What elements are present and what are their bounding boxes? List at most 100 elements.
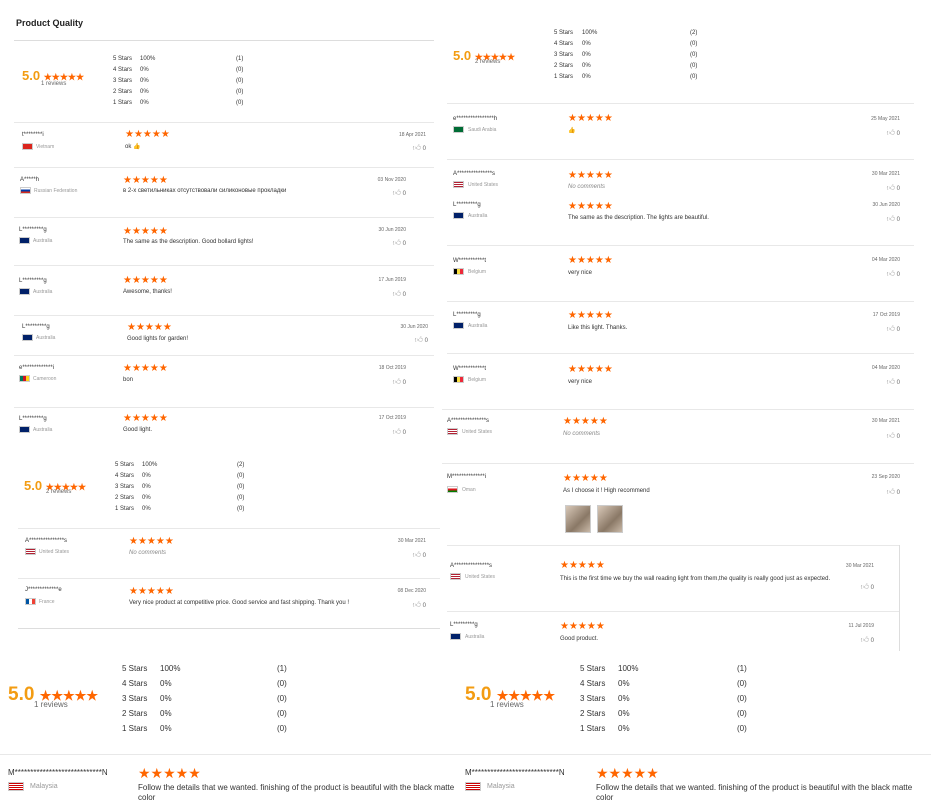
review-item: A*****h Russian Federation ★★★★★ в 2-х с… — [14, 167, 434, 217]
flag-icon — [453, 376, 464, 383]
flag-icon — [465, 782, 481, 791]
distribution-row: 1 Stars 0% (0) — [554, 74, 698, 80]
reviewer-name: L*********g — [19, 278, 47, 284]
helpful-button[interactable]: 👍︎ 0 — [413, 143, 426, 153]
review-stars-icon: ★★★★★ — [568, 255, 613, 266]
reviewer-name: L*********g — [450, 622, 478, 628]
helpful-button[interactable]: 👍︎ 0 — [413, 600, 426, 610]
review-stars-icon: ★★★★★ — [560, 560, 605, 571]
distribution-row: 1 Stars 0% (0) — [580, 724, 747, 733]
reviewer-country: Australia — [468, 213, 488, 219]
review-date: 04 Mar 2020 — [871, 257, 900, 263]
helpful-button[interactable]: 👍︎ 0 — [887, 269, 900, 279]
rating-distribution: 5 Stars 100% (2) 4 Stars 0% (0) 3 Stars 0% (0)… — [554, 30, 714, 85]
review-text: ok 👍 — [125, 144, 141, 150]
review-date: 30 Jun 2020 — [872, 202, 900, 208]
distribution-row: 5 Stars 100% (1) — [122, 664, 287, 673]
reviewer-name: J*************e — [25, 587, 62, 593]
helpful-button[interactable]: 👍︎ 0 — [393, 188, 406, 198]
distribution-row: 3 Stars 0% (0) — [554, 52, 698, 58]
helpful-button[interactable]: 👍︎ 0 — [393, 427, 406, 437]
helpful-button[interactable]: 👍︎ 0 — [861, 582, 874, 592]
distribution-row: 4 Stars 0% (0) — [113, 67, 244, 73]
review-date: 17 Jun 2019 — [378, 277, 406, 283]
reviewer-country: Oman — [462, 487, 476, 493]
review-text: As I choose it ! High recommend — [563, 488, 650, 494]
helpful-button[interactable]: 👍︎ 0 — [393, 377, 406, 387]
distribution-row: 4 Stars 0% (0) — [122, 679, 287, 688]
helpful-button[interactable]: 👍︎ 0 — [887, 183, 900, 193]
helpful-button[interactable]: 👍︎ 0 — [887, 377, 900, 387]
review-item: M****************************N Malaysia … — [0, 754, 462, 812]
distribution-row: 1 Stars 0% (0) — [113, 100, 244, 106]
thumbs-up-icon: 👍︎ — [392, 377, 401, 386]
review-stars-icon: ★★★★★ — [596, 765, 659, 781]
flag-icon — [22, 143, 33, 150]
review-date: 03 Nov 2020 — [377, 177, 406, 183]
review-item: A***************s United States ★★★★★ No… — [18, 528, 440, 578]
helpful-button[interactable]: 👍︎ 0 — [393, 238, 406, 248]
flag-icon — [20, 187, 31, 194]
distribution-row: 1 Stars 0% (0) — [115, 506, 245, 512]
review-date: 18 Apr 2021 — [399, 132, 426, 138]
reviewer-name: e*************i — [19, 365, 55, 371]
review-date: 23 Sep 2020 — [871, 474, 900, 480]
review-text: No comments — [129, 550, 167, 556]
review-photo[interactable] — [597, 505, 623, 533]
reviewer-name: M****************************N — [465, 768, 565, 777]
rating-distribution: 5 Stars 100% (1) 4 Stars 0% (0) 3 Stars 0% (0)… — [122, 664, 312, 739]
flag-icon — [22, 334, 33, 341]
average-score: 5.0 — [8, 684, 35, 705]
flag-icon — [8, 782, 24, 791]
review-item: A***************s United States ★★★★★ Th… — [447, 545, 899, 611]
review-photo[interactable] — [565, 505, 591, 533]
rating-summary: 5.0 ★★★★★ 1 reviews 5 Stars 100% (1) 4 Sta… — [465, 662, 765, 737]
review-text: This is the first time we buy the wall r… — [560, 576, 831, 582]
distribution-row: 5 Stars 100% (2) — [115, 462, 245, 468]
thumbs-up-icon: 👍︎ — [860, 582, 869, 591]
flag-icon — [453, 181, 464, 188]
review-text: Follow the details that we wanted. finis… — [138, 783, 455, 802]
review-item: L*********g Australia ★★★★★ Good lights … — [14, 315, 434, 355]
helpful-button[interactable]: 👍︎ 0 — [887, 324, 900, 334]
reviewer-country: Belgium — [468, 269, 487, 275]
review-item: W***********t Belgium ★★★★★ very nice 04… — [447, 245, 914, 301]
review-count: 2 reviews — [475, 59, 501, 65]
reviewer-name: A***************s — [25, 538, 68, 544]
reviewer-country: Malaysia — [487, 783, 515, 790]
thumbs-up-icon: 👍︎ — [886, 377, 895, 386]
review-item: W***********t Belgium ★★★★★ very nice 04… — [447, 353, 914, 409]
helpful-button[interactable]: 👍︎ 0 — [887, 431, 900, 441]
rating-summary: 5.0 ★★★★★ 1 reviews 5 Stars 100% (1) 4 Sta… — [22, 56, 292, 111]
flag-icon — [453, 322, 464, 329]
reviewer-country: United States — [39, 549, 70, 555]
helpful-button[interactable]: 👍︎ 0 — [887, 128, 900, 138]
review-text: Follow the details that we wanted. finis… — [596, 783, 913, 802]
review-text: Like this light. Thanks. — [568, 325, 628, 331]
reviewer-country: Saudi Arabia — [468, 127, 497, 133]
flag-icon — [19, 375, 30, 382]
reviewer-name: L*********g — [22, 324, 50, 330]
average-score: 5.0 — [22, 68, 41, 83]
reviewer-country: United States — [465, 574, 496, 580]
review-stars-icon: ★★★★★ — [563, 416, 608, 427]
helpful-button[interactable]: 👍︎ 0 — [413, 550, 426, 560]
review-date: 30 Jun 2020 — [378, 227, 406, 233]
helpful-button[interactable]: 👍︎ 0 — [861, 635, 874, 645]
distribution-row: 2 Stars 0% (0) — [580, 709, 747, 718]
divider — [14, 40, 434, 41]
divider — [18, 628, 440, 629]
reviewer-country: Australia — [33, 238, 53, 244]
review-text: The same as the description. The lights … — [568, 215, 709, 221]
helpful-button[interactable]: 👍︎ 0 — [415, 335, 428, 345]
thumbs-up-icon: 👍︎ — [886, 214, 895, 223]
helpful-button[interactable]: 👍︎ 0 — [887, 487, 900, 497]
helpful-button[interactable]: 👍︎ 0 — [887, 214, 900, 224]
review-text: very nice — [568, 270, 593, 276]
rating-summary: 5.0 ★★★★★ 2 reviews 5 Stars 100% (2) 4 Sta… — [453, 30, 713, 90]
review-item: e****************h Saudi Arabia ★★★★★ 👍 … — [447, 103, 914, 159]
reviewer-name: A***************s — [453, 171, 496, 177]
page-title: Product Quality — [16, 18, 84, 28]
review-date: 11 Jul 2019 — [848, 623, 874, 629]
helpful-button[interactable]: 👍︎ 0 — [393, 289, 406, 299]
